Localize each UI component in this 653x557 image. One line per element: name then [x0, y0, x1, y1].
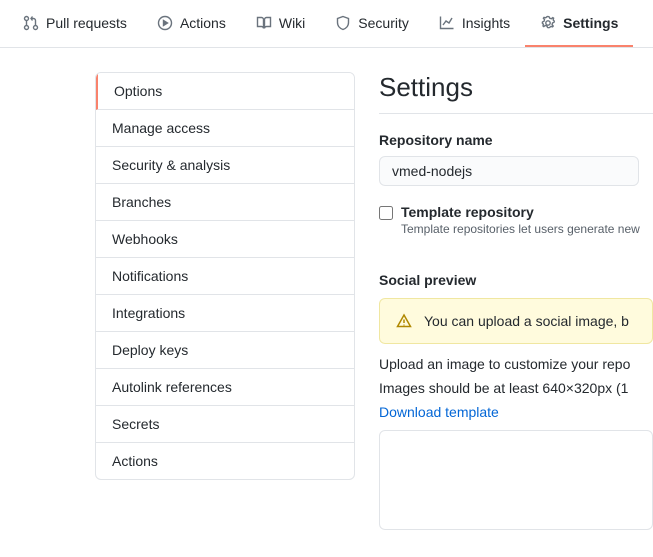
gear-icon	[540, 15, 556, 31]
tab-security[interactable]: Security	[320, 0, 424, 47]
tab-label: Wiki	[279, 15, 305, 31]
tab-label: Insights	[462, 15, 510, 31]
settings-menu: Options Manage access Security & analysi…	[95, 72, 355, 480]
settings-sidebar: Options Manage access Security & analysi…	[95, 72, 355, 530]
git-pull-request-icon	[23, 15, 39, 31]
book-icon	[256, 15, 272, 31]
repo-name-input[interactable]	[379, 156, 639, 186]
tab-settings[interactable]: Settings	[525, 0, 633, 47]
sidebar-item-branches[interactable]: Branches	[96, 184, 354, 221]
social-preview-heading: Social preview	[379, 272, 653, 288]
warning-text: You can upload a social image, b	[424, 313, 629, 329]
repo-name-label: Repository name	[379, 132, 653, 148]
tab-insights[interactable]: Insights	[424, 0, 525, 47]
template-repo-row: Template repository Template repositorie…	[379, 204, 653, 236]
tab-actions[interactable]: Actions	[142, 0, 241, 47]
sidebar-item-integrations[interactable]: Integrations	[96, 295, 354, 332]
template-repo-label: Template repository	[401, 204, 640, 220]
upload-hint: Upload an image to customize your repo	[379, 356, 653, 372]
download-template-link[interactable]: Download template	[379, 404, 499, 420]
tab-label: Security	[358, 15, 409, 31]
graph-icon	[439, 15, 455, 31]
tab-label: Settings	[563, 15, 618, 31]
sidebar-item-actions[interactable]: Actions	[96, 443, 354, 479]
main-layout: Options Manage access Security & analysi…	[0, 48, 653, 530]
tab-wiki[interactable]: Wiki	[241, 0, 320, 47]
tab-label: Actions	[180, 15, 226, 31]
social-preview-warning: You can upload a social image, b	[379, 298, 653, 344]
sidebar-item-options[interactable]: Options	[96, 73, 354, 110]
play-icon	[157, 15, 173, 31]
settings-content: Settings Repository name Template reposi…	[379, 72, 653, 530]
tab-pull-requests[interactable]: Pull requests	[8, 0, 142, 47]
sidebar-item-notifications[interactable]: Notifications	[96, 258, 354, 295]
sidebar-item-webhooks[interactable]: Webhooks	[96, 221, 354, 258]
sidebar-item-manage-access[interactable]: Manage access	[96, 110, 354, 147]
page-title: Settings	[379, 72, 653, 114]
tab-label: Pull requests	[46, 15, 127, 31]
sidebar-item-deploy-keys[interactable]: Deploy keys	[96, 332, 354, 369]
alert-icon	[396, 313, 412, 329]
sidebar-item-autolink-references[interactable]: Autolink references	[96, 369, 354, 406]
image-size-hint: Images should be at least 640×320px (1	[379, 380, 653, 396]
sidebar-item-secrets[interactable]: Secrets	[96, 406, 354, 443]
template-repo-checkbox[interactable]	[379, 206, 393, 220]
image-upload-area[interactable]	[379, 430, 653, 530]
repo-tabnav: Pull requests Actions Wiki Security Insi…	[0, 0, 653, 48]
template-repo-desc: Template repositories let users generate…	[401, 222, 640, 236]
sidebar-item-security-analysis[interactable]: Security & analysis	[96, 147, 354, 184]
shield-icon	[335, 15, 351, 31]
